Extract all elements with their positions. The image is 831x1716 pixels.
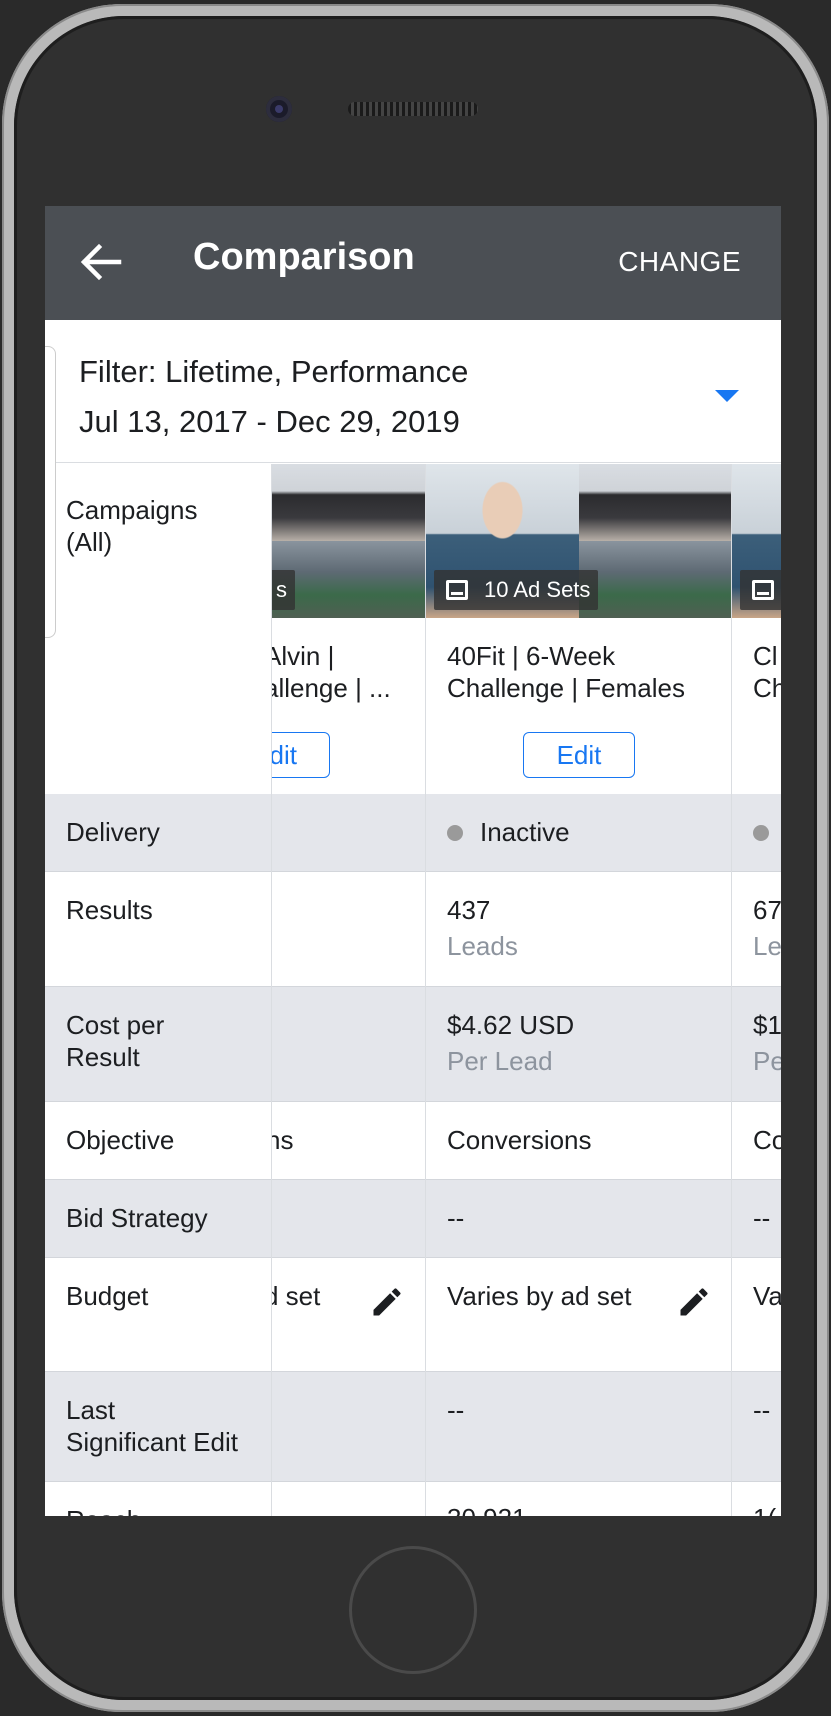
bid-strategy-value: --: [447, 1203, 465, 1233]
metric-labels-column: Campaigns (All) Delivery Results Cost pe…: [45, 464, 272, 1516]
filter-summary: Filter: Lifetime, Performance: [79, 354, 469, 389]
row-last-edit: Last Significant Edit: [45, 1372, 271, 1482]
row-reach: Reach: [45, 1482, 271, 1516]
objective-value: Co: [753, 1125, 781, 1155]
row-cost-per-result: Cost per Result: [45, 987, 271, 1102]
status-dot: [753, 825, 769, 841]
cost-value: $1: [753, 1010, 781, 1040]
budget-value: Varies by ad set: [447, 1281, 632, 1311]
reach-value: 30,921: [447, 1502, 527, 1516]
campaign-column-40fit: 10 Ad Sets 40Fit | 6-Week Challenge | Fe…: [425, 464, 732, 1516]
caret-down-icon[interactable]: [715, 390, 739, 402]
campaign-name-line1: 40Fit | 6-Week: [447, 641, 616, 671]
pencil-icon[interactable]: [676, 1284, 712, 1320]
last-edit-label: Last Significant Edit: [66, 1395, 238, 1457]
ad-sets-badge: 10 Ad Sets: [434, 570, 599, 610]
row-delivery: Delivery: [45, 794, 271, 872]
row-objective: Objective: [45, 1102, 271, 1180]
campaign-name-line1: Cl: [753, 641, 778, 671]
filter-bar[interactable]: Filter: Lifetime, Performance Jul 13, 20…: [45, 320, 781, 463]
comparison-columns[interactable]: s Alvin | allenge | ... dit ns d set 10 …: [272, 464, 781, 1516]
last-edit-value: --: [447, 1395, 465, 1425]
cost-unit: Pe: [753, 1046, 781, 1076]
campaign-column: s Alvin | allenge | ... dit ns d set: [272, 464, 425, 1516]
bid-strategy-label: Bid Strategy: [66, 1203, 208, 1233]
ad-sets-icon: [446, 580, 468, 600]
results-label: Results: [66, 895, 153, 925]
campaign-name-line2: allenge | ...: [272, 673, 391, 703]
side-panel-edge: [45, 346, 56, 638]
results-value: 67: [753, 895, 781, 925]
ad-thumbnail[interactable]: 10 Ad Sets: [426, 464, 732, 618]
reach-label: Reach: [66, 1504, 141, 1516]
results-unit: Leads: [447, 931, 518, 961]
edit-button[interactable]: dit: [272, 732, 330, 778]
arrow-left-icon: [80, 243, 122, 281]
results-unit: Le: [753, 931, 781, 961]
edit-button[interactable]: Edit: [523, 732, 635, 778]
campaign-name-line1: Alvin |: [272, 641, 335, 671]
page-title: Comparison: [193, 236, 415, 278]
ad-thumbnail[interactable]: [732, 464, 781, 618]
last-edit-value: --: [753, 1395, 771, 1425]
earpiece-speaker: [348, 102, 478, 116]
campaign-name-line2: Challenge | Females: [447, 673, 685, 703]
results-value: 437: [447, 895, 491, 925]
budget-label: Budget: [66, 1281, 149, 1311]
ad-sets-badge: s: [272, 570, 295, 610]
objective-value: Conversions: [447, 1125, 592, 1155]
ad-sets-icon: [752, 580, 774, 600]
row-budget: Budget: [45, 1258, 271, 1372]
cost-unit: Per Lead: [447, 1046, 553, 1076]
budget-value: d set: [272, 1281, 321, 1311]
date-range: Jul 13, 2017 - Dec 29, 2019: [79, 404, 460, 439]
delivery-label: Delivery: [66, 817, 160, 847]
pencil-icon[interactable]: [369, 1284, 405, 1320]
status-dot: [447, 825, 463, 841]
top-app-bar: Comparison CHANGE: [45, 206, 781, 320]
front-camera: [266, 96, 292, 122]
budget-value: Va: [753, 1281, 781, 1311]
campaigns-label: Campaigns (All): [66, 495, 198, 557]
reach-value: 1(: [753, 1502, 776, 1516]
change-button[interactable]: CHANGE: [618, 246, 741, 278]
row-bid-strategy: Bid Strategy: [45, 1180, 271, 1258]
campaigns-header: Campaigns (All): [45, 464, 271, 794]
delivery-status: Inactive: [480, 817, 570, 847]
ad-sets-badge: [740, 570, 781, 610]
campaign-column: Cl Ch 67 Le $1 Pe Co -- Va -- 1(: [731, 464, 781, 1516]
back-button[interactable]: [79, 242, 123, 282]
ad-thumbnail[interactable]: s: [272, 464, 425, 618]
campaign-name-line2: Ch: [753, 673, 781, 703]
objective-value: ns: [272, 1125, 294, 1155]
app-screen: Comparison CHANGE Filter: Lifetime, Perf…: [45, 206, 781, 1516]
cost-value: $4.62 USD: [447, 1010, 575, 1040]
row-results: Results: [45, 872, 271, 987]
cost-per-result-label: Cost per Result: [66, 1010, 165, 1072]
bid-strategy-value: --: [753, 1203, 771, 1233]
objective-label: Objective: [66, 1125, 175, 1155]
home-button[interactable]: [349, 1546, 477, 1674]
